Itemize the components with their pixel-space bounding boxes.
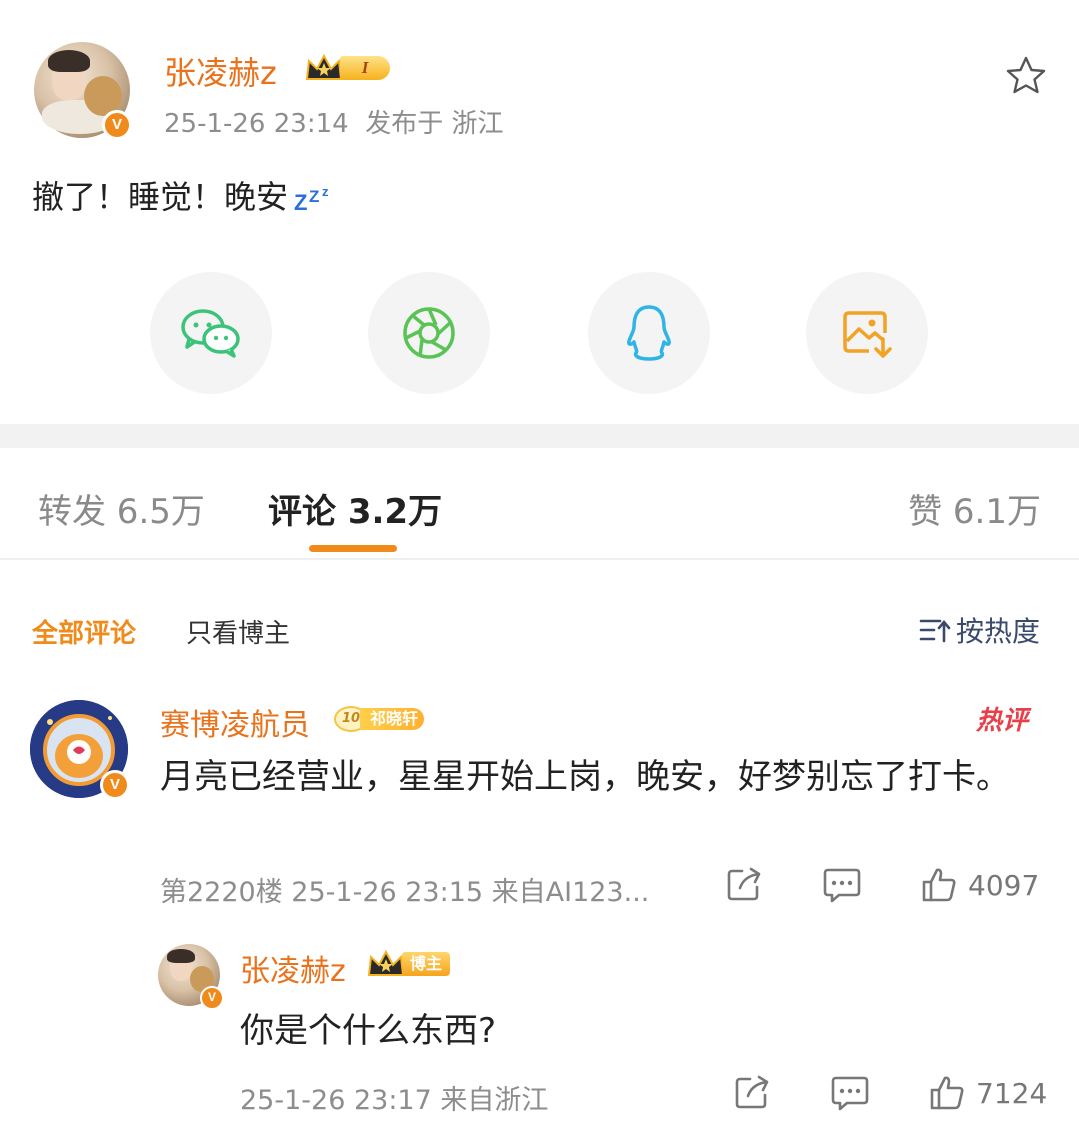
share-icon (735, 1075, 769, 1109)
tab-divider (0, 558, 1079, 560)
share-qq-button[interactable] (588, 272, 710, 394)
poster-name[interactable]: 张凌赫z (164, 48, 277, 94)
zzz-emoji: Z Z z (294, 184, 329, 212)
comment-icon (831, 1076, 869, 1111)
wechat-icon (181, 309, 240, 358)
share-wechat-button[interactable] (150, 272, 272, 394)
verified-v-icon: V (200, 986, 224, 1010)
sort-icon (919, 619, 951, 643)
sort-button[interactable]: 按热度 (918, 610, 1040, 650)
share-icon (727, 867, 761, 901)
section-divider (0, 424, 1079, 448)
level-badge[interactable]: I (304, 52, 390, 84)
post-meta: 25-1-26 23:14 发布于 浙江 (164, 109, 504, 139)
reply-comment-button[interactable] (830, 1074, 870, 1112)
save-image-icon (843, 311, 892, 358)
tab-likes[interactable]: 赞 6.1万 (908, 484, 1041, 533)
tab-repost[interactable]: 转发 6.5万 (38, 484, 205, 533)
comment-like-count: 4097 (968, 868, 1040, 902)
verified-v-icon: V (102, 110, 132, 140)
commenter-avatar[interactable]: V (30, 700, 130, 800)
star-icon[interactable] (1004, 55, 1048, 95)
share-moments-button[interactable] (368, 272, 490, 394)
crown-icon (305, 53, 343, 80)
fan-badge[interactable]: 10 祁晓轩 (334, 706, 425, 732)
comment-like-button[interactable]: 4097 (920, 866, 1039, 904)
hot-comment-badge: 热评 (976, 706, 1029, 736)
tab-comments[interactable]: 评论 3.2万 (268, 484, 442, 533)
reply-author-name[interactable]: 张凌赫z (240, 946, 346, 990)
filter-owner-only[interactable]: 只看博主 (186, 613, 290, 650)
author-tag: 博主 (366, 948, 451, 980)
comment-meta: 第2220楼 25-1-26 23:15 来自AI123... (160, 877, 650, 908)
owner-label: 博主 (402, 952, 451, 976)
comment-share-button[interactable] (726, 866, 764, 902)
reply-meta: 25-1-26 23:17 来自浙江 (240, 1085, 549, 1116)
moments-icon (403, 307, 455, 359)
svg-text:Z: Z (309, 187, 319, 206)
filter-all-comments[interactable]: 全部评论 (32, 613, 136, 650)
reply-text: 你是个什么东西? (240, 1011, 497, 1051)
svg-text:z: z (322, 184, 329, 199)
reply-avatar[interactable]: V (158, 944, 224, 1010)
crown-icon (367, 949, 405, 976)
level-label: I (340, 56, 390, 80)
fan-group-name: 祁晓轩 (360, 708, 425, 730)
svg-text:Z: Z (294, 190, 307, 212)
comment-icon (823, 868, 861, 903)
save-image-button[interactable] (806, 272, 928, 394)
qq-icon (627, 305, 671, 361)
reply-share-button[interactable] (734, 1074, 772, 1110)
reply-like-count: 7124 (976, 1076, 1048, 1110)
commenter-name[interactable]: 赛博凌航员 (160, 700, 310, 744)
reply-like-button[interactable]: 7124 (928, 1074, 1047, 1112)
thumbs-up-icon (922, 868, 956, 902)
sort-label: 按热度 (956, 615, 1041, 648)
active-tab-indicator (309, 545, 397, 552)
verified-v-icon: V (100, 770, 130, 800)
comment-reply-button[interactable] (822, 866, 862, 904)
poster-avatar[interactable]: V (34, 42, 132, 140)
thumbs-up-icon (930, 1076, 964, 1110)
post-body: 撤了！睡觉！晚安 Z Z z (32, 172, 338, 218)
comment-text: 月亮已经营业，星星开始上岗，晚安，好梦别忘了打卡。 (160, 757, 1010, 797)
post-text: 撤了！睡觉！晚安 (32, 178, 289, 216)
